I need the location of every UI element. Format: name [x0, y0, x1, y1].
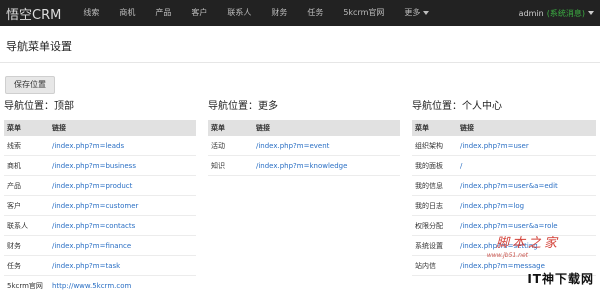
chevron-down-icon — [588, 11, 594, 15]
menu-link[interactable]: /index.php?m=leads — [52, 142, 196, 150]
menu-link[interactable]: /index.php?m=user&a=edit — [460, 182, 596, 190]
menu-name: 财务 — [7, 241, 21, 250]
system-message-link[interactable]: (系统消息) — [547, 8, 585, 19]
top-navbar: 悟空CRM 线索 商机 产品 客户 联系人 财务 任务 5kcrm官网 更多 a… — [0, 0, 600, 26]
panel-title: 导航位置：更多 — [208, 101, 278, 112]
menu-table: 菜单 链接 线索/index.php?m=leads 商机/index.php?… — [4, 120, 196, 290]
column-header-link: 链接 — [256, 124, 270, 132]
brand-logo[interactable]: 悟空CRM — [0, 4, 73, 23]
menu-name: 我的面板 — [415, 161, 443, 170]
divider — [0, 62, 600, 63]
column-header-menu: 菜单 — [7, 124, 21, 132]
table-header: 菜单 链接 — [208, 120, 400, 136]
menu-name: 活动 — [211, 141, 225, 150]
table-row[interactable]: 产品/index.php?m=product — [4, 176, 196, 196]
menu-name: 组织架构 — [415, 141, 443, 150]
menu-name: 商机 — [7, 161, 21, 170]
menu-link[interactable]: /index.php?m=product — [52, 182, 196, 190]
menu-link[interactable]: / — [460, 162, 596, 170]
nav-item-leads[interactable]: 线索 — [73, 0, 109, 26]
page-title: 导航菜单设置 — [6, 40, 72, 53]
menu-name: 联系人 — [7, 221, 28, 230]
panel-top: 导航位置：顶部 菜单 链接 线索/index.php?m=leads 商机/in… — [4, 100, 196, 290]
menu-name: 5kcrm官网 — [7, 281, 43, 290]
nav-item-more[interactable]: 更多 — [394, 0, 439, 26]
menu-link[interactable]: /index.php?m=customer — [52, 202, 196, 210]
table-header: 菜单 链接 — [4, 120, 196, 136]
table-row[interactable]: 线索/index.php?m=leads — [4, 136, 196, 156]
menu-name: 知识 — [211, 161, 225, 170]
nav-item-more-label: 更多 — [404, 8, 421, 17]
user-menu[interactable]: admin (系统消息) — [519, 0, 594, 26]
column-header-menu: 菜单 — [211, 124, 225, 132]
menu-link[interactable]: /index.php?m=message — [460, 262, 596, 270]
table-row[interactable]: 我的面板 / — [412, 156, 596, 176]
table-row[interactable]: 联系人/index.php?m=contacts — [4, 216, 196, 236]
menu-name: 站内信 — [415, 261, 436, 270]
menu-name: 客户 — [7, 201, 21, 210]
panel-title: 导航位置：顶部 — [4, 101, 74, 112]
panel-title: 导航位置：个人中心 — [412, 101, 502, 112]
menu-name: 我的日志 — [415, 201, 443, 210]
menu-table: 菜单 链接 活动/index.php?m=event 知识/index.php?… — [208, 120, 400, 176]
panel-more: 导航位置：更多 菜单 链接 活动/index.php?m=event 知识/in… — [208, 100, 400, 176]
menu-name: 线索 — [7, 141, 21, 150]
table-row[interactable]: 5kcrm官网 http://www.5kcrm.com — [4, 276, 196, 290]
table-row[interactable]: 我的日志/index.php?m=log — [412, 196, 596, 216]
menu-link[interactable]: /index.php?m=business — [52, 162, 196, 170]
menu-link[interactable]: /index.php?m=finance — [52, 242, 196, 250]
user-name: admin — [518, 8, 544, 18]
table-row[interactable]: 财务/index.php?m=finance — [4, 236, 196, 256]
menu-link[interactable]: /index.php?m=knowledge — [256, 162, 400, 170]
menu-name: 权限分配 — [415, 221, 443, 230]
menu-link[interactable]: /index.php?m=log — [460, 202, 596, 210]
menu-link[interactable]: /index.php?m=event — [256, 142, 400, 150]
corner-watermark: IT神下载网 — [527, 272, 594, 286]
table-row[interactable]: 客户/index.php?m=customer — [4, 196, 196, 216]
table-row[interactable]: 组织架构/index.php?m=user — [412, 136, 596, 156]
nav-item-product[interactable]: 产品 — [145, 0, 181, 26]
menu-name: 我的信息 — [415, 181, 443, 190]
table-row[interactable]: 活动/index.php?m=event — [208, 136, 400, 156]
table-row[interactable]: 我的信息/index.php?m=user&a=edit — [412, 176, 596, 196]
menu-link[interactable]: /index.php?m=user&a=role — [460, 222, 596, 230]
table-row[interactable]: 任务/index.php?m=task — [4, 256, 196, 276]
table-header: 菜单 链接 — [412, 120, 596, 136]
menu-name: 任务 — [7, 261, 21, 270]
nav-item-contacts[interactable]: 联系人 — [217, 0, 261, 26]
nav-item-business[interactable]: 商机 — [109, 0, 145, 26]
column-header-menu: 菜单 — [415, 124, 429, 132]
menu-name: 系统设置 — [415, 241, 443, 250]
table-row[interactable]: 知识/index.php?m=knowledge — [208, 156, 400, 176]
column-header-link: 链接 — [52, 124, 66, 132]
watermark-url: www.jb51.net — [486, 252, 528, 259]
nav-item-finance[interactable]: 财务 — [261, 0, 297, 26]
menu-name: 产品 — [7, 181, 21, 190]
menu-link[interactable]: /index.php?m=task — [52, 262, 196, 270]
nav-item-customer[interactable]: 客户 — [181, 0, 217, 26]
save-position-button[interactable]: 保存位置 — [5, 76, 55, 94]
nav-menu: 线索 商机 产品 客户 联系人 财务 任务 5kcrm官网 更多 — [73, 0, 439, 26]
menu-link[interactable]: /index.php?m=user — [460, 142, 596, 150]
column-header-link: 链接 — [460, 124, 474, 132]
nav-item-task[interactable]: 任务 — [297, 0, 333, 26]
nav-item-official-site[interactable]: 5kcrm官网 — [333, 0, 394, 26]
menu-link[interactable]: http://www.5kcrm.com — [52, 282, 196, 290]
table-row[interactable]: 商机/index.php?m=business — [4, 156, 196, 176]
menu-link[interactable]: /index.php?m=contacts — [52, 222, 196, 230]
chevron-down-icon — [423, 11, 430, 15]
watermark-logo: 脚本之家 — [495, 236, 560, 251]
